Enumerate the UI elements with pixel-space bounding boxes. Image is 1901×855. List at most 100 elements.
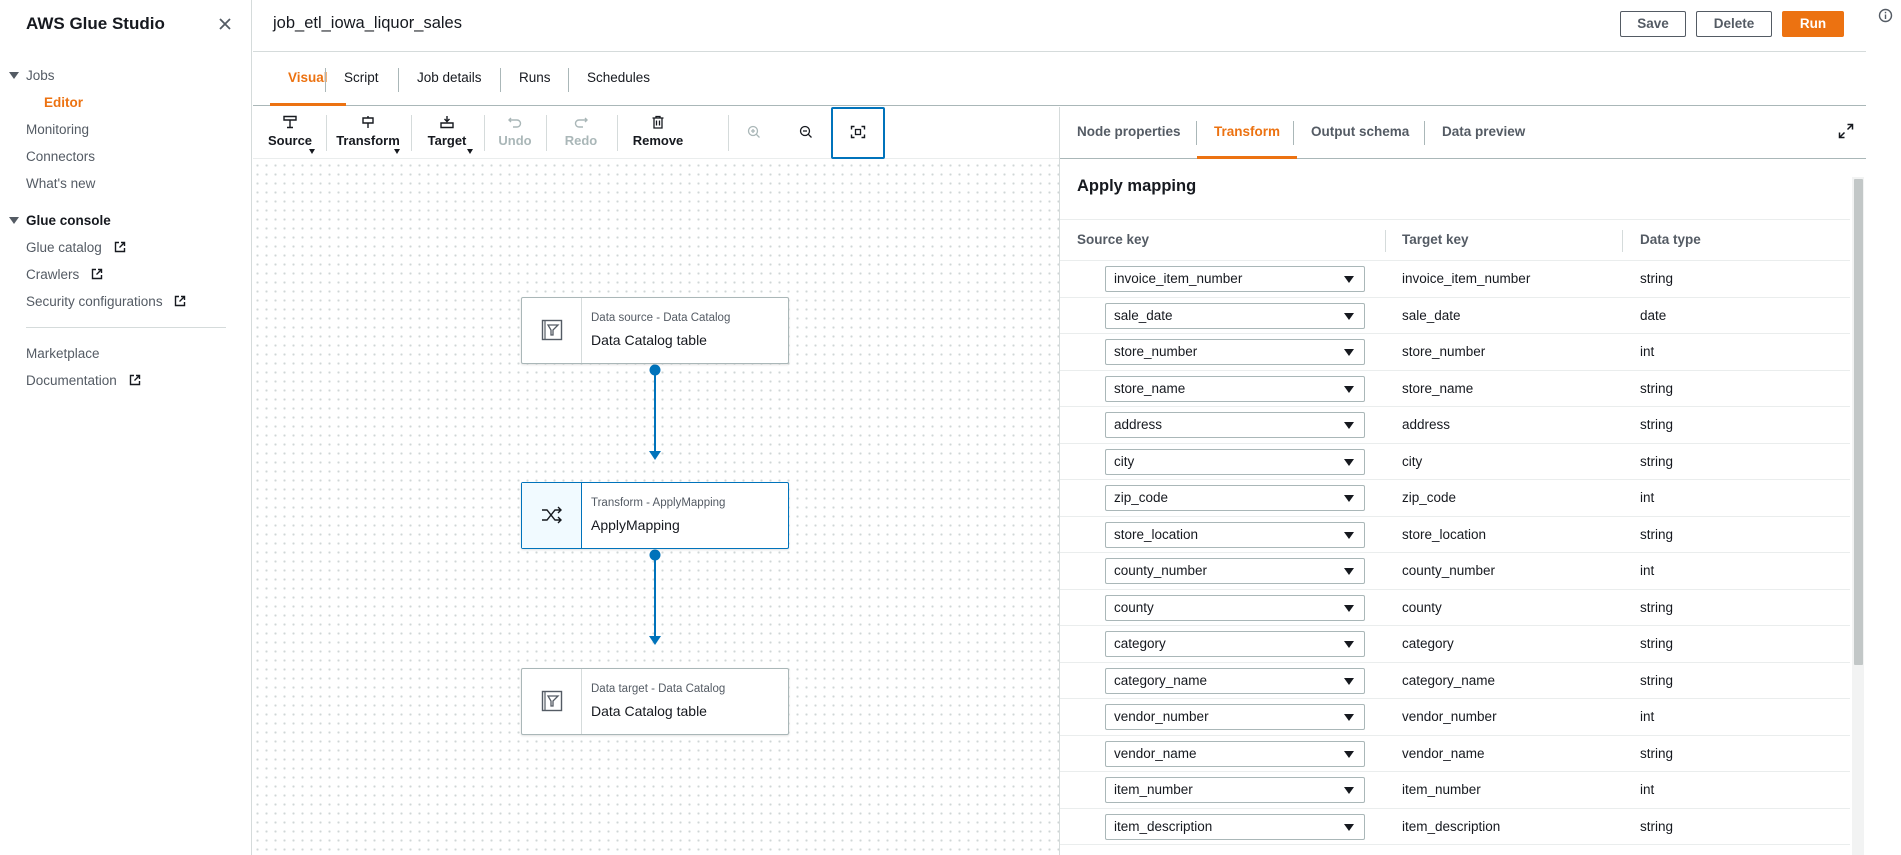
- tab-runs[interactable]: Runs: [501, 53, 569, 106]
- select-value: vendor_name: [1114, 745, 1197, 761]
- sidebar-item-connectors[interactable]: Connectors: [0, 143, 252, 170]
- sidebar-divider: [26, 327, 226, 328]
- sidebar-section-jobs[interactable]: Jobs: [0, 62, 252, 89]
- close-icon[interactable]: [214, 13, 236, 35]
- table-row: store_location store_location string: [1060, 517, 1850, 553]
- select-value: address: [1114, 417, 1163, 432]
- source-key-select[interactable]: category: [1105, 631, 1365, 657]
- caret-down-icon: [1344, 422, 1354, 429]
- node-icon-box: [522, 298, 582, 363]
- source-key-select[interactable]: address: [1105, 412, 1365, 438]
- node-details-panel: Node properties Transform Output schema …: [1059, 107, 1866, 855]
- visual-canvas[interactable]: Source Transform Target Undo Redo Remove…: [253, 107, 1059, 855]
- tab-node-properties[interactable]: Node properties: [1060, 107, 1198, 159]
- select-value: zip_code: [1114, 490, 1169, 505]
- info-icon[interactable]: [1878, 8, 1893, 23]
- sidebar-item-label: Crawlers: [26, 267, 80, 282]
- delete-button[interactable]: Delete: [1696, 11, 1772, 37]
- data-type-cell: string: [1640, 745, 1674, 761]
- data-type-cell: string: [1640, 672, 1674, 688]
- source-key-select[interactable]: sale_date: [1105, 302, 1365, 329]
- column-header-data-type: Data type: [1640, 232, 1701, 247]
- node-label: Data Catalog table: [591, 332, 707, 348]
- sidebar-section-label: Glue console: [26, 213, 111, 228]
- job-name[interactable]: job_etl_iowa_liquor_sales: [273, 14, 462, 33]
- target-key-cell: vendor_number: [1402, 709, 1497, 724]
- sidebar-section-glue-console[interactable]: Glue console: [0, 207, 252, 234]
- caret-down-icon: [1344, 385, 1354, 393]
- select-value: store_location: [1114, 526, 1199, 542]
- caret-down-icon: [1344, 531, 1354, 539]
- scrollbar-thumb[interactable]: [1854, 179, 1863, 665]
- data-type-cell: date: [1640, 307, 1667, 323]
- external-link-icon: [129, 374, 140, 386]
- tab-output-schema[interactable]: Output schema: [1294, 107, 1426, 159]
- tab-job-details[interactable]: Job details: [399, 53, 500, 106]
- run-button[interactable]: Run: [1782, 11, 1844, 37]
- source-key-select[interactable]: item_description: [1105, 813, 1365, 840]
- data-type-cell: string: [1640, 818, 1674, 834]
- caret-down-icon: [1344, 276, 1354, 283]
- caret-down-icon: [1344, 604, 1354, 612]
- caret-down-icon: [1344, 787, 1354, 794]
- data-catalog-icon: [541, 690, 563, 712]
- sidebar-item-documentation[interactable]: Documentation: [0, 367, 252, 394]
- target-key-cell: county_number: [1402, 563, 1496, 578]
- sidebar-item-marketplace[interactable]: Marketplace: [0, 340, 252, 367]
- select-value: item_number: [1114, 782, 1193, 797]
- source-key-select[interactable]: category_name: [1105, 667, 1365, 694]
- select-value: store_number: [1114, 344, 1198, 359]
- source-key-select[interactable]: county: [1105, 594, 1365, 621]
- save-button[interactable]: Save: [1620, 11, 1686, 37]
- job-tabs: Visual Script Job details Runs Schedules: [253, 53, 1866, 106]
- source-key-select[interactable]: zip_code: [1105, 485, 1365, 511]
- expand-icon[interactable]: [1838, 123, 1854, 139]
- node-data-target[interactable]: Data target - Data Catalog Data Catalog …: [521, 668, 789, 735]
- source-key-select[interactable]: store_location: [1105, 521, 1365, 548]
- tab-transform[interactable]: Transform: [1197, 107, 1298, 159]
- select-value: item_description: [1114, 818, 1213, 834]
- target-key-cell: vendor_name: [1402, 745, 1485, 761]
- caret-down-icon: [9, 72, 19, 79]
- source-key-select[interactable]: county_number: [1105, 558, 1365, 584]
- caret-down-icon: [1344, 677, 1354, 685]
- source-key-select[interactable]: vendor_number: [1105, 704, 1365, 730]
- table-row: store_name store_name string: [1060, 371, 1850, 407]
- source-key-select[interactable]: store_number: [1105, 339, 1365, 365]
- data-type-cell: int: [1640, 782, 1655, 797]
- sidebar-item-monitoring[interactable]: Monitoring: [0, 116, 252, 143]
- node-apply-mapping[interactable]: Transform - ApplyMapping ApplyMapping: [521, 482, 789, 549]
- node-label: ApplyMapping: [591, 517, 680, 533]
- data-type-cell: string: [1640, 380, 1674, 396]
- source-key-select[interactable]: invoice_item_number: [1105, 266, 1365, 292]
- target-key-cell: zip_code: [1402, 490, 1457, 505]
- mapping-rows: invoice_item_number invoice_item_number st…: [1060, 261, 1850, 845]
- data-type-cell: int: [1640, 490, 1655, 505]
- column-separator: [1385, 230, 1386, 252]
- sidebar-item-glue-catalog[interactable]: Glue catalog: [0, 234, 252, 261]
- tab-schedules[interactable]: Schedules: [569, 53, 668, 106]
- tab-script[interactable]: Script: [326, 53, 397, 106]
- table-row: store_number store_number int: [1060, 334, 1850, 371]
- source-key-select[interactable]: item_number: [1105, 777, 1365, 803]
- source-key-select[interactable]: store_name: [1105, 375, 1365, 402]
- tab-data-preview[interactable]: Data preview: [1425, 107, 1542, 159]
- sidebar-item-label: Documentation: [26, 373, 117, 388]
- caret-down-icon: [1344, 495, 1354, 502]
- data-catalog-icon: [541, 319, 563, 341]
- source-key-select[interactable]: city: [1105, 448, 1365, 475]
- sidebar-item-editor[interactable]: Editor: [0, 89, 252, 116]
- data-type-cell: string: [1640, 453, 1674, 469]
- sidebar-title: AWS Glue Studio: [26, 14, 165, 33]
- mapping-table: Source key Target key Data type invoice_…: [1060, 219, 1850, 845]
- edge-transform-to-target: [649, 549, 661, 645]
- select-value: city: [1114, 453, 1135, 469]
- table-row: county_number county_number int: [1060, 553, 1850, 590]
- external-link-icon: [175, 295, 186, 307]
- sidebar-item-security-configurations[interactable]: Security configurations: [0, 288, 252, 315]
- source-key-select[interactable]: vendor_name: [1105, 740, 1365, 767]
- node-data-source[interactable]: Data source - Data Catalog Data Catalog …: [521, 297, 789, 364]
- data-type-cell: int: [1640, 709, 1655, 724]
- sidebar-item-crawlers[interactable]: Crawlers: [0, 261, 252, 288]
- sidebar-item-whats-new[interactable]: What's new: [0, 170, 252, 197]
